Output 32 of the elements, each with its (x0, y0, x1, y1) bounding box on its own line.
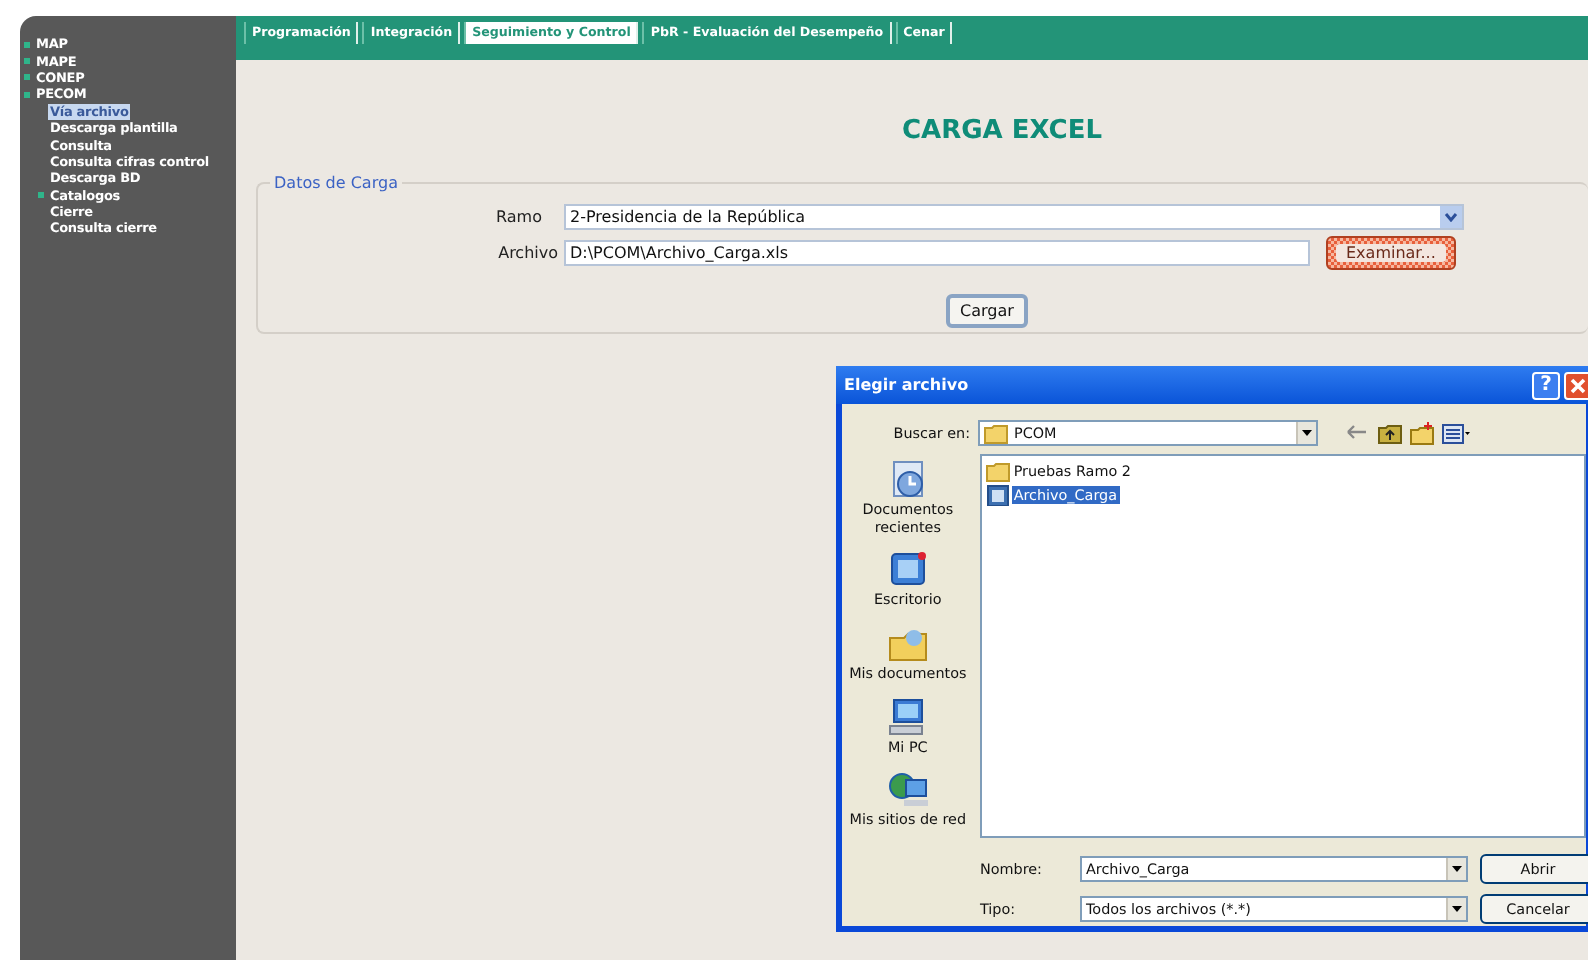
file-path-field[interactable]: D:\PCOM\Archivo_Carga.xls (564, 240, 1310, 266)
bullet-icon (24, 58, 30, 65)
page-title: CARGA EXCEL (899, 116, 1104, 146)
desktop-place-icon (885, 548, 930, 591)
views-button[interactable] (1442, 421, 1470, 445)
browse-button[interactable]: Examinar... (1326, 236, 1456, 270)
up-folder-icon (1378, 421, 1402, 445)
caret-icon (1444, 212, 1458, 222)
views-icon (1442, 421, 1470, 445)
dialog-title: Elegir archivo (844, 376, 969, 394)
bullet-icon (24, 74, 30, 81)
panel-legend: Datos de Carga (270, 174, 402, 192)
folder-icon (985, 460, 1010, 482)
caret-icon (1302, 430, 1312, 436)
up-folder-button[interactable] (1378, 421, 1402, 445)
caret-icon (1452, 906, 1462, 912)
field-label: Ramo (494, 208, 542, 226)
close-button[interactable] (1564, 371, 1588, 399)
new-folder-icon (1410, 421, 1434, 445)
field-label: Archivo (496, 244, 558, 262)
bullet-icon (38, 192, 44, 199)
bullet-icon (24, 41, 30, 48)
file-icon (985, 484, 1010, 506)
bullet-icon (24, 91, 30, 98)
ramo-select[interactable]: 2-Presidencia de la República (564, 204, 1464, 230)
network-place-icon (885, 768, 930, 811)
help-button[interactable]: ? (1532, 371, 1560, 399)
upload-button[interactable]: Cargar (946, 294, 1028, 328)
caret-icon (1452, 866, 1462, 872)
close-icon (1570, 377, 1586, 393)
folder-icon (984, 422, 1008, 444)
new-folder-button[interactable] (1410, 421, 1434, 445)
